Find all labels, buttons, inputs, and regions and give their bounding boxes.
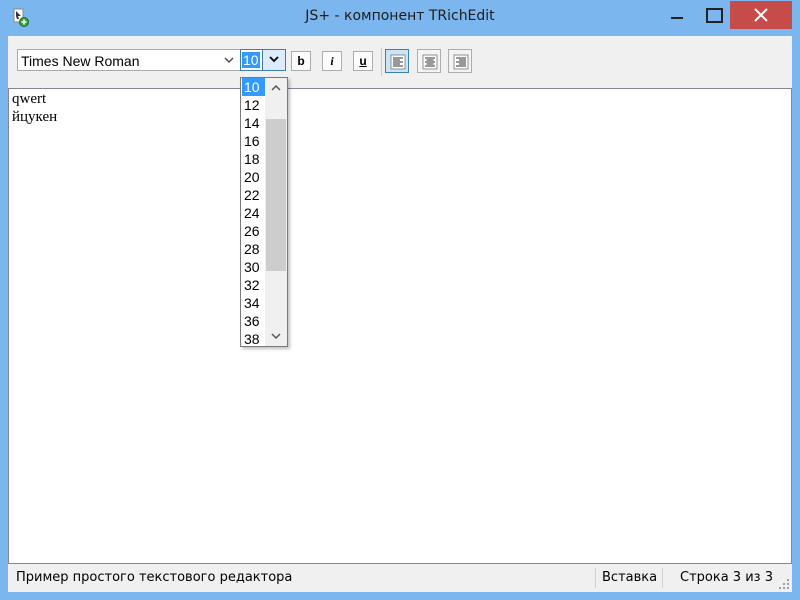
status-separator bbox=[595, 568, 596, 588]
bold-button[interactable]: b bbox=[291, 51, 311, 71]
scroll-down-icon[interactable] bbox=[271, 332, 281, 340]
font-size-option[interactable]: 26 bbox=[242, 222, 266, 240]
editor-line[interactable]: йцукен bbox=[9, 108, 57, 126]
resize-grip-icon[interactable] bbox=[778, 578, 790, 590]
font-size-dropdown-button[interactable] bbox=[262, 50, 285, 70]
minimize-button[interactable] bbox=[654, 1, 700, 29]
underline-button[interactable]: u bbox=[353, 51, 373, 71]
status-line-position: Строка 3 из 3 bbox=[680, 570, 773, 585]
font-size-option[interactable]: 20 bbox=[242, 168, 266, 186]
font-size-option[interactable]: 14 bbox=[242, 114, 266, 132]
close-icon bbox=[754, 8, 768, 22]
font-size-option[interactable]: 28 bbox=[242, 240, 266, 258]
editor-line[interactable]: qwert bbox=[9, 90, 57, 108]
font-size-option[interactable]: 32 bbox=[242, 276, 266, 294]
status-bar: Пример простого текстового редактора Вст… bbox=[8, 564, 792, 592]
align-left-icon bbox=[390, 54, 406, 70]
rich-text-editor[interactable]: qwert йцукен bbox=[8, 88, 792, 564]
align-center-icon bbox=[422, 54, 438, 70]
align-right-button[interactable] bbox=[448, 49, 472, 73]
status-separator bbox=[662, 568, 663, 588]
italic-button[interactable]: i bbox=[322, 51, 342, 71]
font-size-option[interactable]: 12 bbox=[242, 96, 266, 114]
font-size-option[interactable]: 36 bbox=[242, 312, 266, 330]
scroll-up-icon[interactable] bbox=[271, 84, 281, 92]
font-name-value: Times New Roman bbox=[21, 53, 140, 69]
align-right-icon bbox=[453, 54, 469, 70]
font-size-option[interactable]: 18 bbox=[242, 150, 266, 168]
close-button[interactable] bbox=[730, 1, 792, 29]
chevron-down-icon bbox=[269, 56, 279, 63]
main-window: JS+ - компонент TRichEdit Times New Roma… bbox=[0, 0, 800, 600]
status-insert-mode: Вставка bbox=[602, 570, 658, 585]
font-size-option[interactable]: 10 bbox=[242, 78, 266, 96]
font-size-option[interactable]: 34 bbox=[242, 294, 266, 312]
font-size-option[interactable]: 24 bbox=[242, 204, 266, 222]
title-bar[interactable]: JS+ - компонент TRichEdit bbox=[0, 0, 800, 32]
client-area: Times New Roman 10 b i u qwert йцукен Пр… bbox=[8, 36, 792, 592]
toolbar-separator bbox=[381, 48, 382, 76]
font-size-select[interactable]: 10 bbox=[240, 49, 286, 71]
font-size-option[interactable]: 16 bbox=[242, 132, 266, 150]
maximize-button[interactable] bbox=[700, 1, 728, 29]
font-size-dropdown-list[interactable]: 10 12 14 16 18 20 22 24 26 28 30 32 34 3… bbox=[240, 77, 288, 347]
align-center-button[interactable] bbox=[417, 49, 441, 73]
font-size-value[interactable]: 10 bbox=[242, 52, 260, 68]
dropdown-scrollbar[interactable] bbox=[265, 78, 287, 346]
editor-content[interactable]: qwert йцукен bbox=[9, 90, 57, 126]
chevron-down-icon bbox=[224, 57, 234, 63]
font-name-select[interactable]: Times New Roman bbox=[17, 49, 241, 71]
font-size-option[interactable]: 38 bbox=[242, 330, 266, 346]
format-toolbar: Times New Roman 10 b i u bbox=[8, 36, 792, 86]
scrollbar-thumb[interactable] bbox=[266, 119, 286, 271]
font-size-option[interactable]: 22 bbox=[242, 186, 266, 204]
font-size-option[interactable]: 30 bbox=[242, 258, 266, 276]
align-left-button[interactable] bbox=[385, 49, 409, 73]
status-message: Пример простого текстового редактора bbox=[16, 570, 293, 585]
